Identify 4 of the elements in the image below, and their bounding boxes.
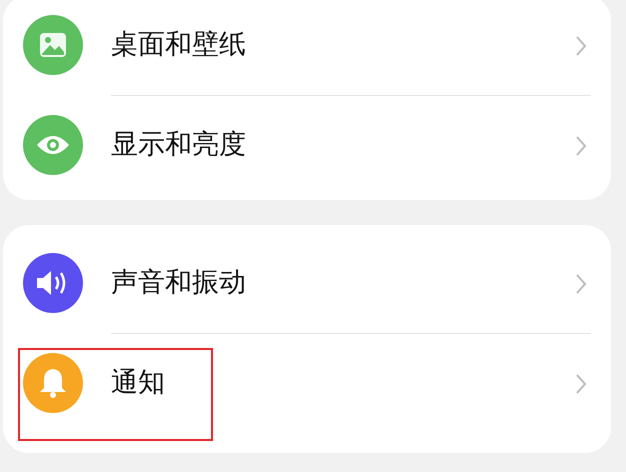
setting-label[interactable]: 显示和亮度: [111, 128, 575, 162]
setting-label[interactable]: 通知: [111, 366, 575, 400]
setting-label[interactable]: 桌面和壁纸: [111, 28, 575, 62]
setting-label[interactable]: 声音和振动: [111, 266, 575, 300]
